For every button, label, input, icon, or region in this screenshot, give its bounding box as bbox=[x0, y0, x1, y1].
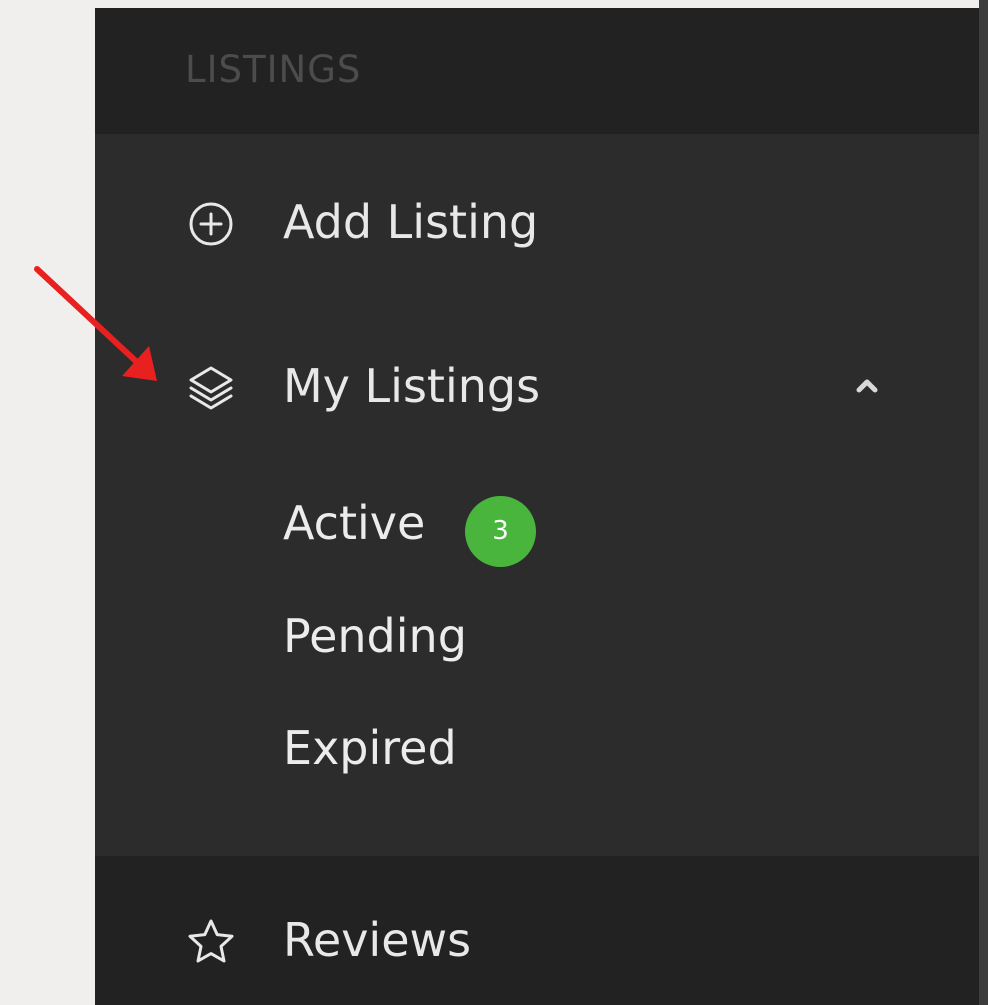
submenu-item-label-pending: Pending bbox=[283, 609, 467, 663]
section-title-listings: LISTINGS bbox=[185, 48, 362, 91]
layers-icon bbox=[189, 366, 233, 410]
plus-circle-icon bbox=[189, 202, 233, 246]
sidebar-item-label-my-listings: My Listings bbox=[283, 359, 541, 413]
sidebar-item-reviews[interactable]: Reviews bbox=[95, 884, 979, 994]
chevron-up-icon[interactable] bbox=[851, 370, 883, 402]
count-badge-active: 3 bbox=[465, 496, 536, 567]
content-edge bbox=[979, 0, 988, 1005]
sidebar-item-add-listing[interactable]: Add Listing bbox=[95, 166, 979, 276]
sidebar-item-label-reviews: Reviews bbox=[283, 913, 472, 967]
submenu-item-active[interactable]: Active bbox=[283, 493, 425, 553]
star-icon bbox=[188, 919, 234, 963]
section-header: LISTINGS bbox=[95, 8, 979, 134]
submenu-item-label-expired: Expired bbox=[283, 721, 457, 775]
sidebar-item-my-listings[interactable]: My Listings bbox=[95, 330, 979, 440]
sidebar-item-label-add-listing: Add Listing bbox=[283, 195, 539, 249]
submenu-item-expired[interactable]: Expired bbox=[283, 718, 457, 778]
sidebar-menu: LISTINGS Add Listing My Listings Active … bbox=[95, 8, 979, 1005]
page: LISTINGS Add Listing My Listings Active … bbox=[0, 0, 988, 1005]
submenu-item-pending[interactable]: Pending bbox=[283, 606, 467, 666]
submenu-item-label-active: Active bbox=[283, 496, 426, 550]
